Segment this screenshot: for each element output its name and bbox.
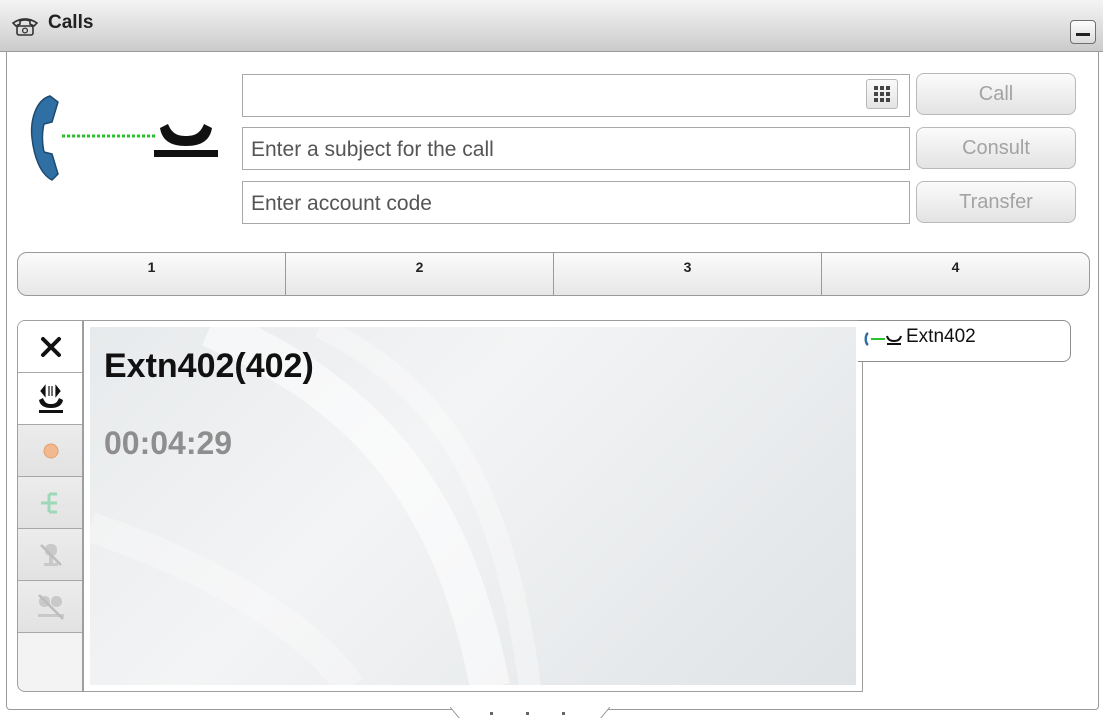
resize-grip[interactable] (449, 706, 611, 718)
account-code-input[interactable]: Enter account code (242, 181, 910, 224)
mute-button[interactable] (18, 529, 82, 581)
record-button[interactable] (18, 425, 82, 477)
subject-input[interactable]: Enter a subject for the call (242, 127, 910, 170)
line-tab-4[interactable]: 4 (822, 253, 1089, 295)
call-list-item[interactable]: Extn402 (858, 320, 1071, 362)
line-tab-2[interactable]: 2 (286, 253, 554, 295)
record-icon (43, 443, 59, 458)
call-duration: 00:04:29 (104, 425, 233, 461)
line-tabs: 1 2 3 4 (17, 252, 1090, 296)
number-input[interactable] (242, 74, 910, 117)
call-toolbar (17, 320, 83, 692)
transfer-button[interactable]: Transfer (916, 181, 1076, 223)
hold-button[interactable] (18, 373, 82, 425)
window-title: Calls (48, 12, 94, 33)
call-button[interactable]: Call (916, 73, 1076, 115)
minimize-button[interactable] (1070, 20, 1096, 44)
mute-all-button[interactable] (18, 581, 82, 633)
title-bar: Calls (0, 0, 1103, 52)
call-list-item-label: Extn402 (906, 326, 976, 347)
conference-button[interactable] (18, 477, 82, 529)
close-icon (41, 336, 61, 357)
keypad-icon (874, 86, 890, 102)
hold-icon (39, 383, 63, 413)
conference-icon (41, 492, 57, 513)
line-tab-1[interactable]: 1 (18, 253, 286, 295)
connected-call-icon (864, 331, 902, 347)
end-call-button[interactable] (18, 321, 82, 373)
call-card-background: Extn402(402) 00:04:29 (90, 327, 856, 685)
consult-button[interactable]: Consult (916, 127, 1076, 169)
caller-name: Extn402(402) (104, 347, 314, 385)
dialpad-button[interactable] (866, 79, 898, 109)
call-status-icon (28, 90, 223, 185)
mute-icon (40, 543, 62, 566)
line-tab-3[interactable]: 3 (554, 253, 822, 295)
telephone-icon (10, 14, 40, 38)
active-call-card[interactable]: Extn402(402) 00:04:29 (83, 320, 863, 692)
mute-all-icon (38, 593, 64, 620)
